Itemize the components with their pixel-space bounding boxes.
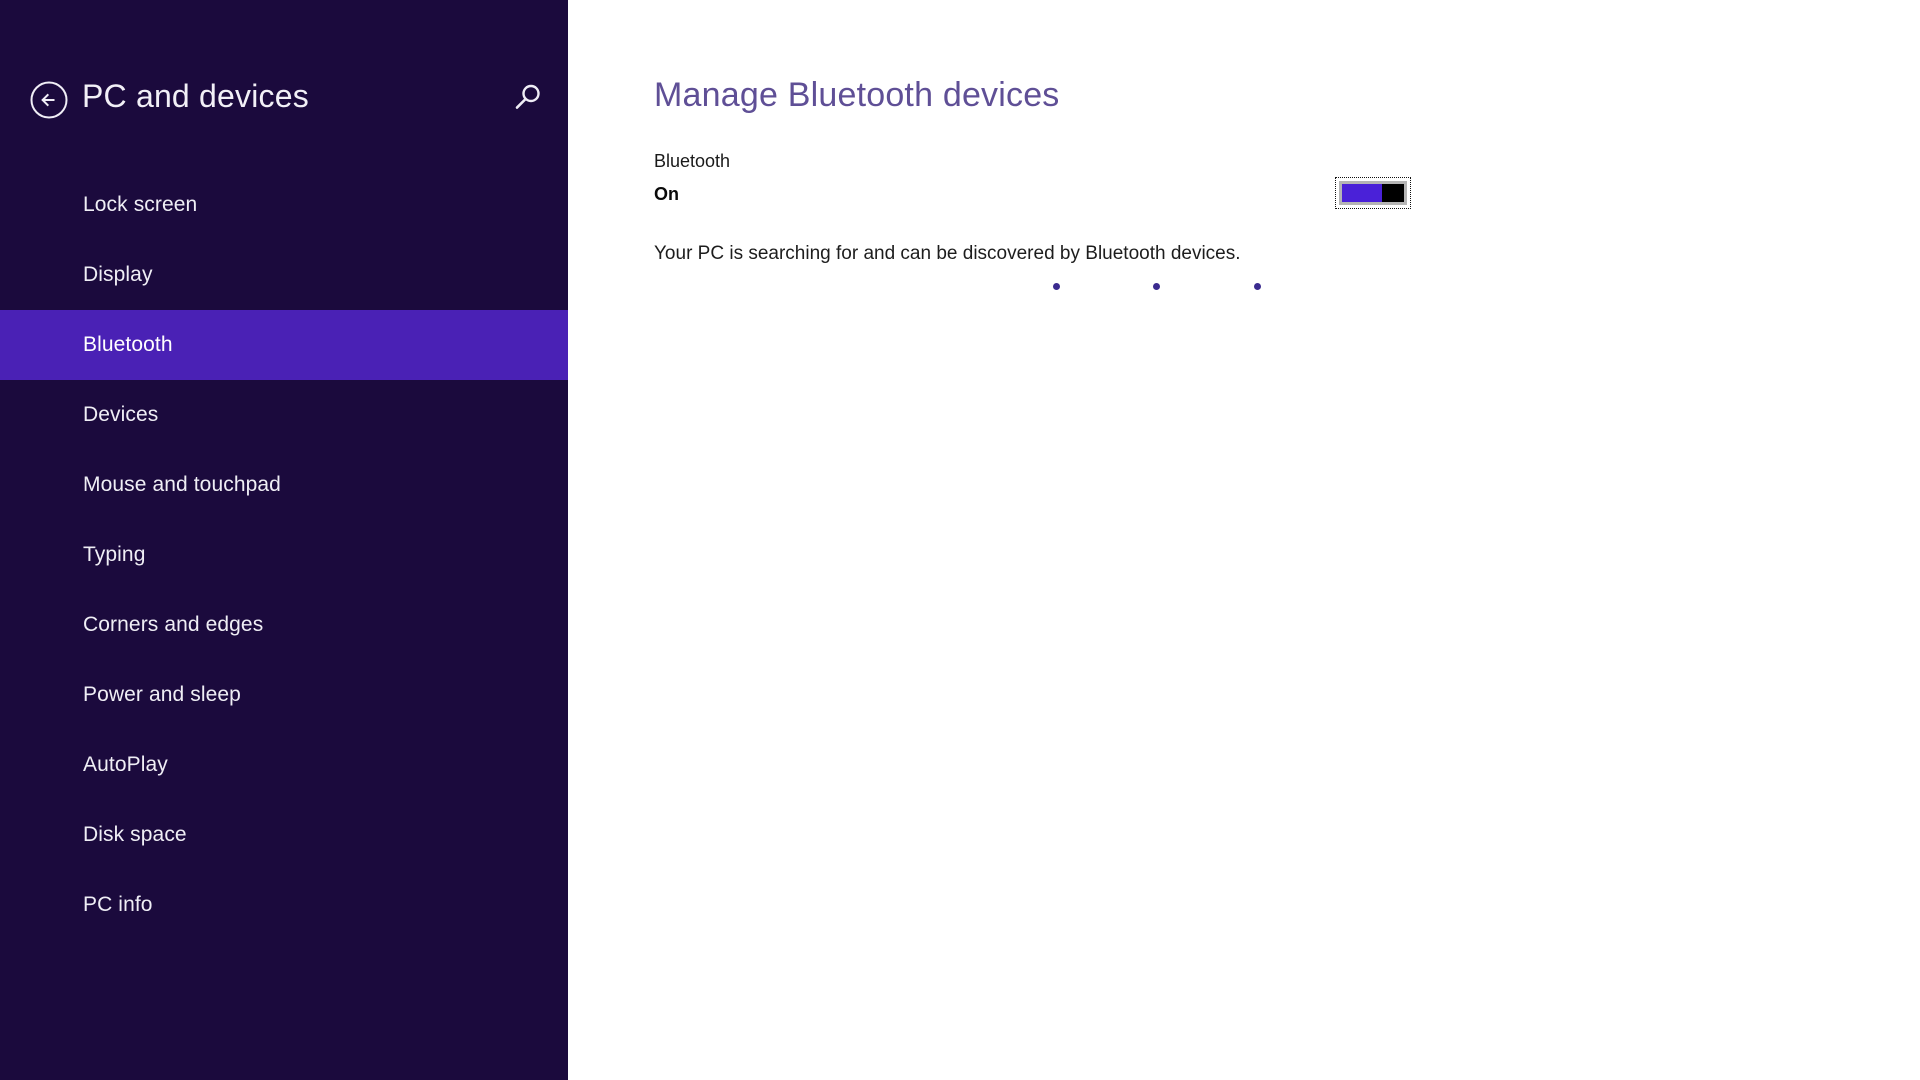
sidebar-nav-list: Lock screen Display Bluetooth Devices Mouse …	[0, 170, 568, 940]
toggle-track	[1339, 181, 1407, 205]
sidebar-item-label: Lock screen	[83, 193, 198, 216]
back-arrow-svg	[30, 81, 68, 119]
bluetooth-state-label: On	[654, 184, 679, 204]
sidebar-item-label: Typing	[83, 543, 146, 566]
sidebar-item-disk-space[interactable]: Disk space	[0, 800, 568, 870]
sidebar-item-label: PC info	[83, 893, 153, 916]
magnifying-glass-svg	[515, 84, 540, 109]
content-heading: Manage Bluetooth devices	[654, 76, 1060, 114]
sidebar-item-label: AutoPlay	[83, 753, 168, 776]
sidebar-item-lock-screen[interactable]: Lock screen	[0, 170, 568, 240]
progress-dot	[1153, 283, 1160, 290]
search-icon[interactable]	[510, 81, 544, 115]
back-arrow-circle-icon[interactable]	[29, 80, 69, 120]
bluetooth-section-label: Bluetooth	[654, 151, 731, 171]
sidebar-item-autoplay[interactable]: AutoPlay	[0, 730, 568, 800]
sidebar-item-mouse-and-touchpad[interactable]: Mouse and touchpad	[0, 450, 568, 520]
bluetooth-toggle-switch[interactable]	[1335, 177, 1411, 209]
sidebar-item-devices[interactable]: Devices	[0, 380, 568, 450]
sidebar-item-label: Power and sleep	[83, 683, 241, 706]
sidebar-item-corners-and-edges[interactable]: Corners and edges	[0, 590, 568, 660]
sidebar-item-display[interactable]: Display	[0, 240, 568, 310]
sidebar-item-label: Bluetooth	[83, 333, 173, 356]
progress-dot	[1053, 283, 1060, 290]
sidebar-item-label: Corners and edges	[83, 613, 264, 636]
sidebar-item-label: Disk space	[83, 823, 187, 846]
searching-progress-dots	[654, 278, 1354, 298]
sidebar-item-label: Display	[83, 263, 153, 286]
toggle-thumb[interactable]	[1382, 184, 1404, 202]
sidebar-item-bluetooth[interactable]: Bluetooth	[0, 310, 568, 380]
progress-dot	[1254, 283, 1261, 290]
toggle-fill	[1342, 184, 1383, 202]
settings-sidebar: PC and devices Lock screen Display Bluetoo…	[0, 0, 568, 1080]
page-title: PC and devices	[82, 78, 309, 114]
sidebar-item-label: Devices	[83, 403, 159, 426]
sidebar-item-power-and-sleep[interactable]: Power and sleep	[0, 660, 568, 730]
main-content: Manage Bluetooth devices Bluetooth On Yo…	[568, 0, 1920, 1080]
sidebar-item-pc-info[interactable]: PC info	[0, 870, 568, 940]
sidebar-header: PC and devices	[0, 0, 568, 150]
sidebar-item-typing[interactable]: Typing	[0, 520, 568, 590]
sidebar-item-label: Mouse and touchpad	[83, 473, 281, 496]
bluetooth-status-text: Your PC is searching for and can be disc…	[654, 243, 1241, 264]
